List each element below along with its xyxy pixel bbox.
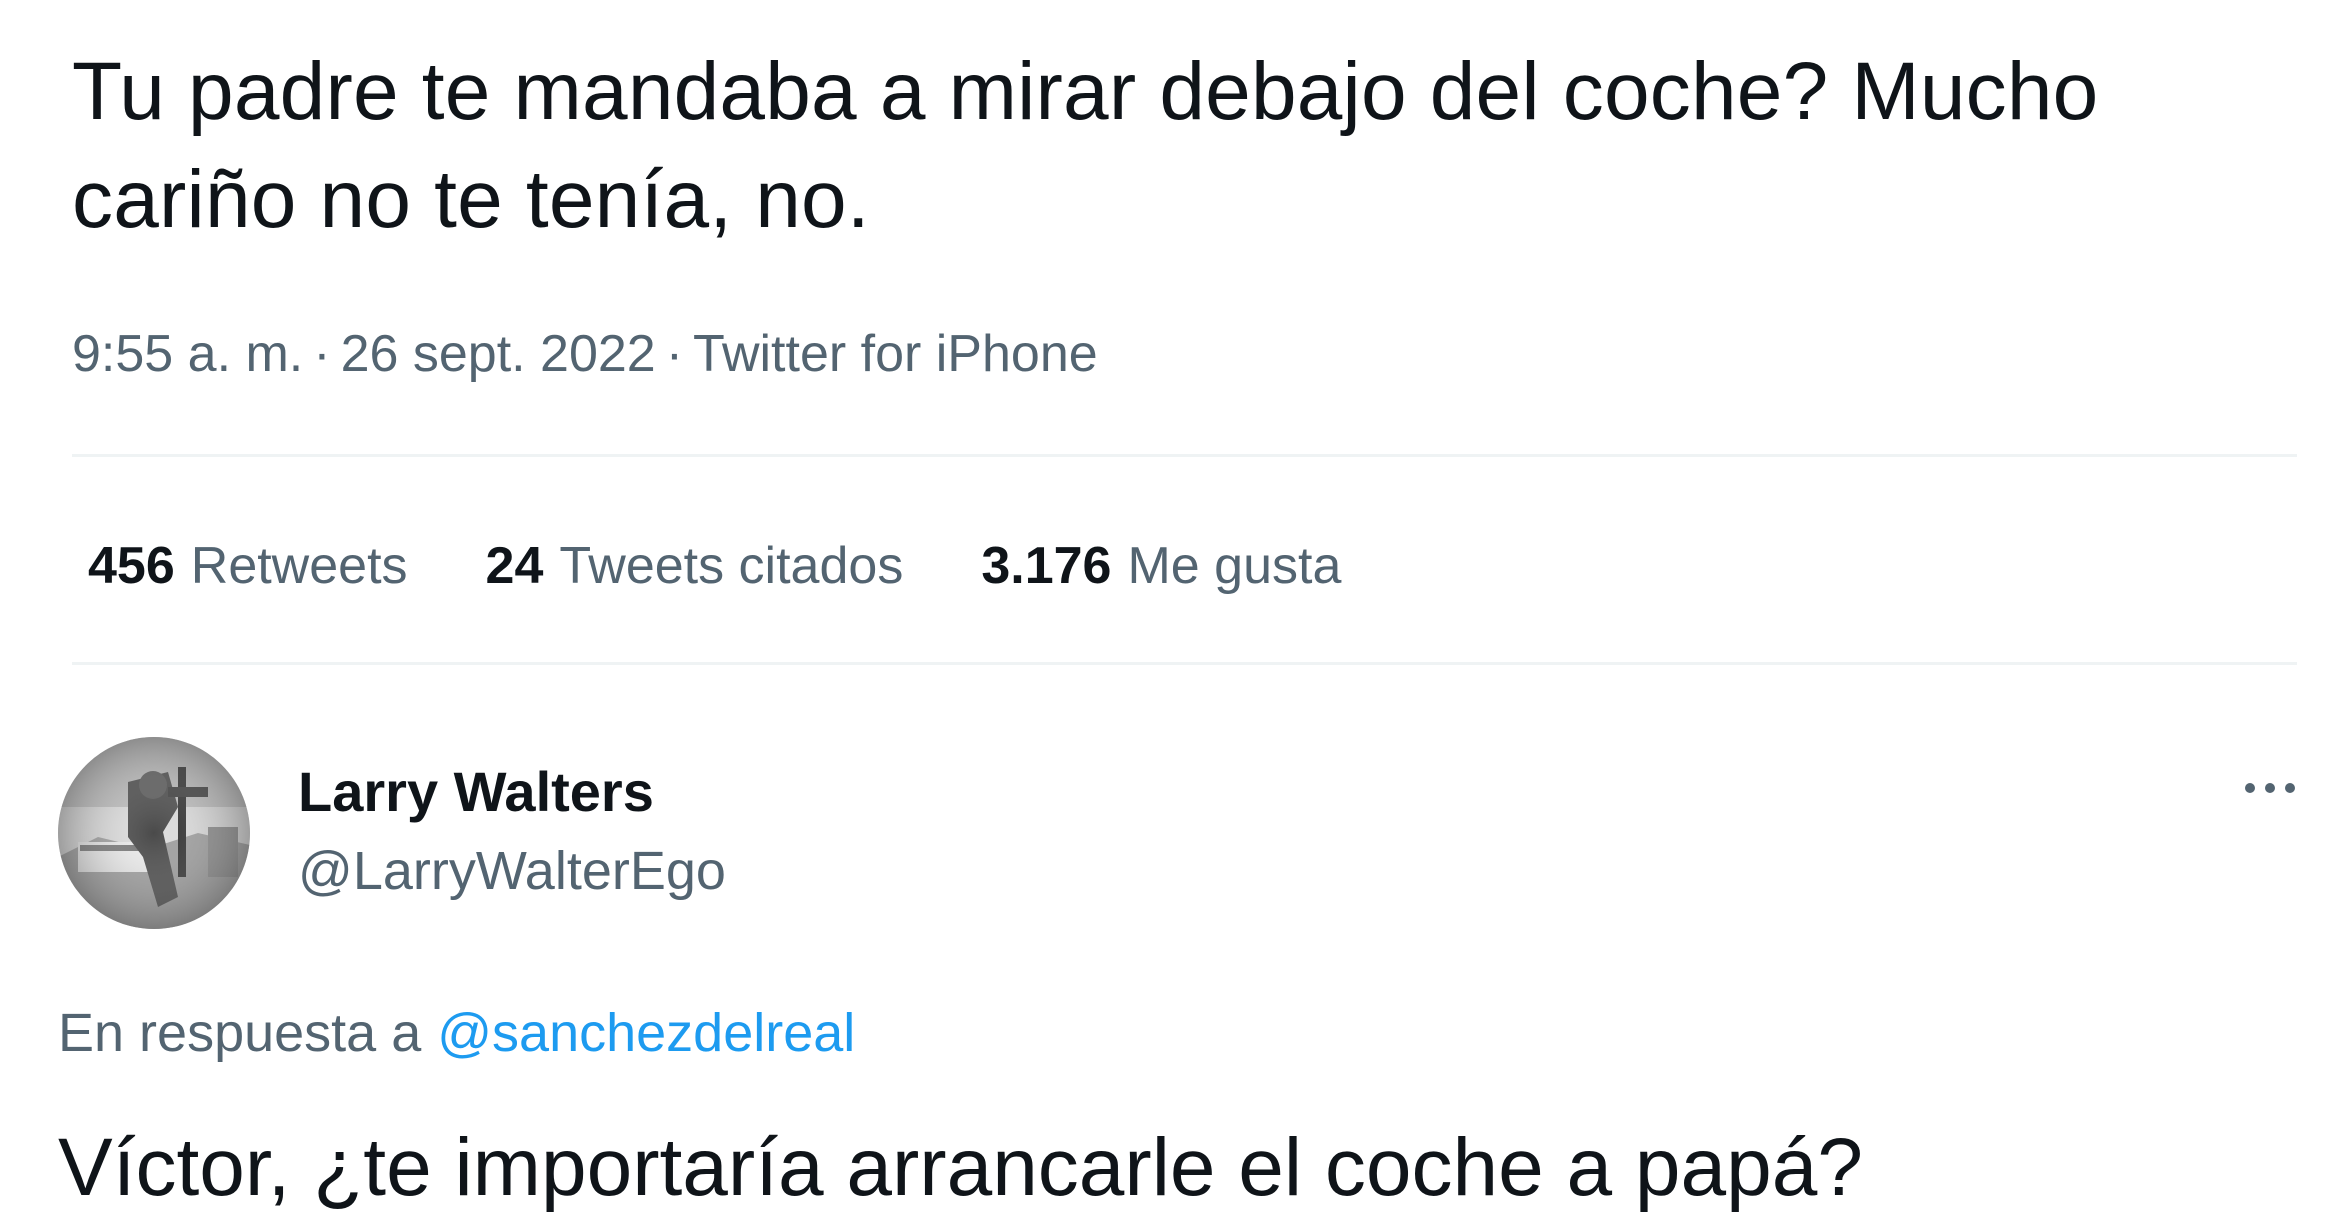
quote-tweets-count: 24 [485,537,544,595]
dot [2285,783,2295,793]
tweet-time-link[interactable]: 9:55 a. m. · 26 sept. 2022 [72,325,656,383]
likes-count: 3.176 [981,537,1112,595]
reply-text: Víctor, ¿te importaría arrancarle el coc… [58,1122,1863,1213]
display-name[interactable]: Larry Walters [298,758,654,826]
tweet-time: 9:55 a. m. [72,325,304,383]
retweets-label: Retweets [190,537,408,595]
reply-context: En respuesta a @sanchezdelreal [58,1000,855,1066]
quote-tweets-stat[interactable]: 24 Tweets citados [486,534,904,598]
tweet-source-link[interactable]: Twitter for iPhone [693,325,1098,383]
more-options-icon[interactable] [2230,758,2310,818]
quote-tweets-label: Tweets citados [559,537,904,595]
meta-separator: · [313,325,331,383]
user-handle[interactable]: @LarryWalterEgo [298,838,726,904]
tweet-date: 26 sept. 2022 [340,325,656,383]
meta-separator: · [665,325,684,383]
tweet-text: Tu padre te mandaba a mirar debajo del c… [72,46,2099,245]
tweet-meta: 9:55 a. m. · 26 sept. 2022 · Twitter for iPh… [72,322,1098,386]
avatar[interactable] [58,737,250,929]
likes-stat[interactable]: 3.176 Me gusta [981,534,1341,598]
tweet-stats: 456 Retweets 24 Tweets citados 3.176 Me gus… [88,534,1341,598]
reply-mention-link[interactable]: @sanchezdelreal [437,1003,855,1063]
divider [72,662,2297,665]
reply-prefix: En respuesta a [58,1003,422,1063]
retweets-count: 456 [88,537,175,595]
dot [2265,783,2275,793]
divider [72,454,2297,457]
retweets-stat[interactable]: 456 Retweets [88,534,408,598]
likes-label: Me gusta [1127,537,1342,595]
profile-photo-icon [58,737,250,929]
dot [2245,783,2255,793]
